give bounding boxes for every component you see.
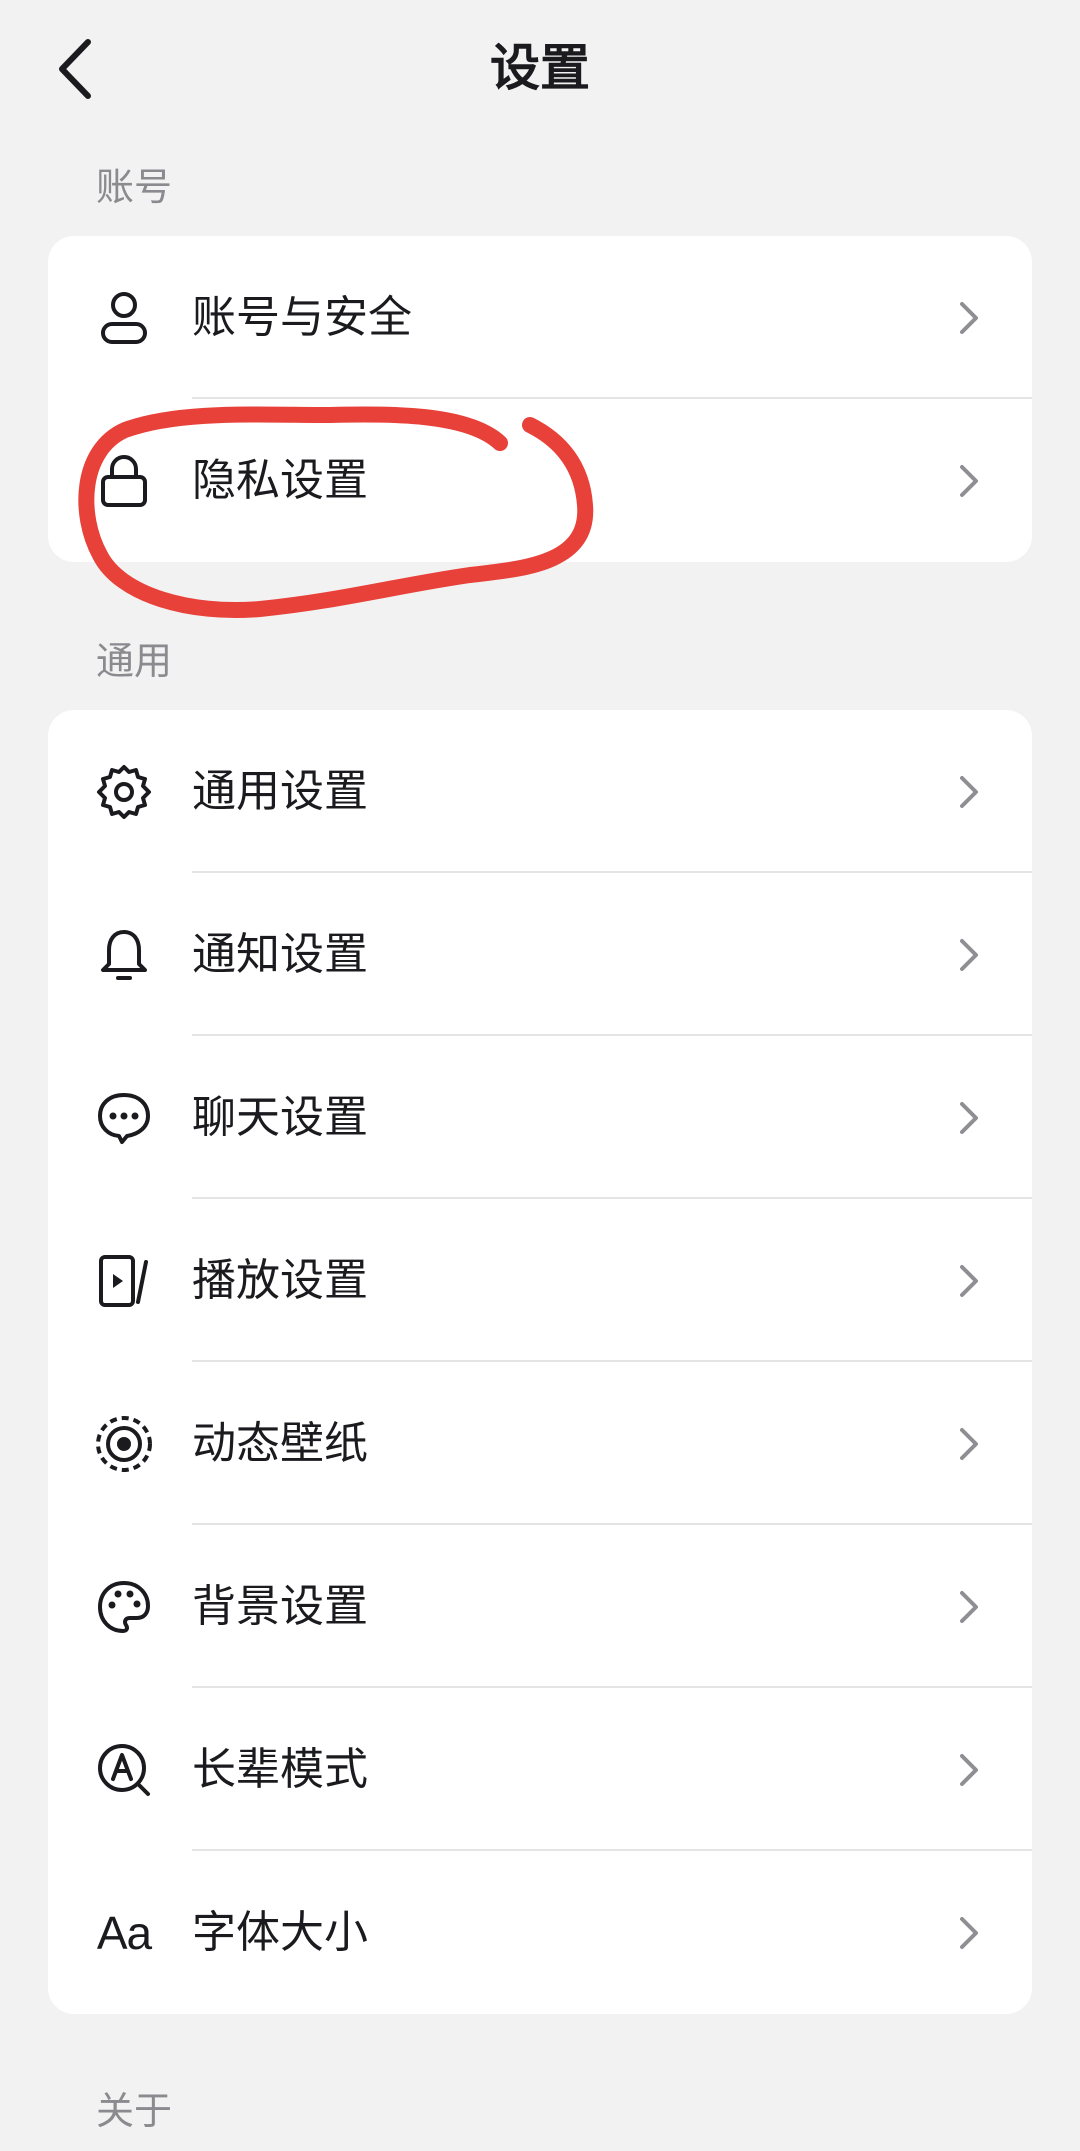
chevron-right-icon xyxy=(954,1587,984,1627)
settings-row-label: 长辈模式 xyxy=(192,1743,368,1795)
settings-row-label: 通用设置 xyxy=(192,765,368,817)
settings-row-chat[interactable]: 聊天设置 xyxy=(48,1036,1032,1199)
settings-row-label: 背景设置 xyxy=(192,1580,368,1632)
chevron-right-icon xyxy=(954,935,984,975)
chevron-right-icon xyxy=(954,461,984,501)
settings-row-font-size[interactable]: Aa 字体大小 xyxy=(48,1851,1032,2014)
page-title: 设置 xyxy=(490,39,590,97)
lock-icon xyxy=(94,451,154,511)
bell-icon xyxy=(94,925,154,985)
chevron-right-icon xyxy=(954,1913,984,1953)
palette-icon xyxy=(94,1577,154,1637)
section-label-general: 通用 xyxy=(96,639,173,683)
elder-mode-icon xyxy=(94,1740,154,1800)
settings-row-dynamic-wallpaper[interactable]: 动态壁纸 xyxy=(48,1362,1032,1525)
settings-row-label: 聊天设置 xyxy=(192,1091,368,1143)
dynamic-wallpaper-icon xyxy=(94,1414,154,1474)
chevron-right-icon xyxy=(954,1424,984,1464)
chevron-right-icon xyxy=(954,772,984,812)
font-size-icon-text: Aa xyxy=(96,1906,152,1959)
chevron-right-icon xyxy=(954,1098,984,1138)
chevron-right-icon xyxy=(954,298,984,338)
font-size-icon: Aa xyxy=(94,1903,154,1963)
top-bar: 设置 xyxy=(0,0,1080,140)
user-icon xyxy=(94,288,154,348)
settings-row-label: 通知设置 xyxy=(192,928,368,980)
section-label-about: 关于 xyxy=(96,2089,173,2133)
chevron-right-icon xyxy=(954,1750,984,1790)
chat-bubble-icon xyxy=(94,1088,154,1148)
settings-row-playback[interactable]: 播放设置 xyxy=(48,1199,1032,1362)
settings-row-label: 字体大小 xyxy=(192,1906,368,1958)
settings-row-background[interactable]: 背景设置 xyxy=(48,1525,1032,1688)
section-label-account: 账号 xyxy=(96,165,173,209)
gear-icon xyxy=(94,762,154,822)
play-screen-icon xyxy=(94,1251,154,1311)
settings-row-label: 动态壁纸 xyxy=(192,1417,368,1469)
settings-row-elder-mode[interactable]: 长辈模式 xyxy=(48,1688,1032,1851)
settings-row-label: 隐私设置 xyxy=(192,454,368,506)
settings-row-general[interactable]: 通用设置 xyxy=(48,710,1032,873)
settings-row-privacy[interactable]: 隐私设置 xyxy=(48,399,1032,562)
account-card: 账号与安全 隐私设置 xyxy=(48,236,1032,562)
settings-row-label: 播放设置 xyxy=(192,1254,368,1306)
chevron-right-icon xyxy=(954,1261,984,1301)
settings-row-label: 账号与安全 xyxy=(192,291,412,343)
general-card: 通用设置 通知设置 聊天设置 播放设置 动态壁纸 背景设置 长辈模式 Aa 字体… xyxy=(48,710,1032,2014)
settings-row-notification[interactable]: 通知设置 xyxy=(48,873,1032,1036)
settings-row-account-security[interactable]: 账号与安全 xyxy=(48,236,1032,399)
